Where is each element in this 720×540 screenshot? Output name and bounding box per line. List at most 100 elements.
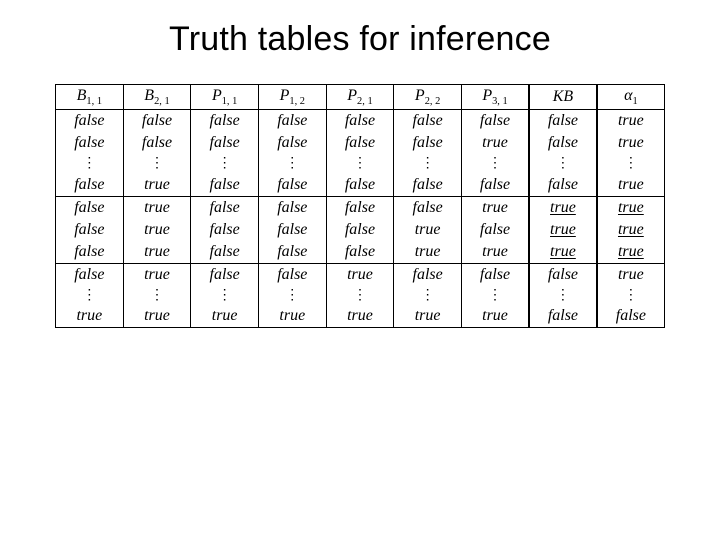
cell: true xyxy=(461,132,529,154)
cell: false xyxy=(326,196,394,219)
cell: ⋮ xyxy=(258,154,326,173)
col-p21: P2, 1 xyxy=(326,85,394,110)
cell: false xyxy=(529,263,597,286)
cell: false xyxy=(529,132,597,154)
table-row: falsetruefalsefalsefalsefalsetruetruetru… xyxy=(56,196,665,219)
cell: true xyxy=(326,305,394,328)
cell: true xyxy=(123,196,191,219)
cell: false xyxy=(326,219,394,241)
slide: Truth tables for inference B1, 1 B2, 1 P… xyxy=(0,0,720,540)
cell: true xyxy=(597,263,665,286)
cell: ⋮ xyxy=(597,286,665,305)
cell: false xyxy=(258,241,326,264)
cell: ⋮ xyxy=(191,154,259,173)
cell: ⋮ xyxy=(123,154,191,173)
cell: true xyxy=(394,219,462,241)
cell: ⋮ xyxy=(597,154,665,173)
cell: true xyxy=(123,263,191,286)
cell: true xyxy=(597,219,665,241)
cell: false xyxy=(529,174,597,197)
cell: true xyxy=(529,196,597,219)
cell: false xyxy=(56,110,124,133)
cell: ⋮ xyxy=(529,286,597,305)
cell: ⋮ xyxy=(326,154,394,173)
cell: false xyxy=(56,174,124,197)
table-row: ⋮⋮⋮⋮⋮⋮⋮⋮⋮ xyxy=(56,286,665,305)
cell: false xyxy=(191,196,259,219)
col-p11: P1, 1 xyxy=(191,85,259,110)
cell: ⋮ xyxy=(394,154,462,173)
cell: false xyxy=(529,110,597,133)
cell: false xyxy=(258,219,326,241)
table-row: falsefalsefalsefalsefalsefalsetruefalset… xyxy=(56,132,665,154)
cell: true xyxy=(258,305,326,328)
cell: false xyxy=(258,263,326,286)
cell: ⋮ xyxy=(191,286,259,305)
cell: false xyxy=(56,132,124,154)
cell: true xyxy=(529,219,597,241)
table-row: falsefalsefalsefalsefalsefalsefalsefalse… xyxy=(56,110,665,133)
cell: ⋮ xyxy=(529,154,597,173)
cell: true xyxy=(529,241,597,264)
cell: true xyxy=(597,196,665,219)
cell: true xyxy=(56,305,124,328)
table-body: falsefalsefalsefalsefalsefalsefalsefalse… xyxy=(56,110,665,328)
cell: false xyxy=(394,132,462,154)
cell: true xyxy=(597,241,665,264)
cell: false xyxy=(191,263,259,286)
cell: true xyxy=(394,305,462,328)
cell: false xyxy=(56,196,124,219)
header-row: B1, 1 B2, 1 P1, 1 P1, 2 P2, 1 P2, 2 P3, … xyxy=(56,85,665,110)
cell: false xyxy=(597,305,665,328)
cell: ⋮ xyxy=(326,286,394,305)
cell: false xyxy=(191,132,259,154)
cell: false xyxy=(123,110,191,133)
cell: true xyxy=(326,263,394,286)
table-row: falsetruefalsefalsefalsetruetruetruetrue xyxy=(56,241,665,264)
cell: false xyxy=(461,110,529,133)
cell: true xyxy=(461,241,529,264)
cell: ⋮ xyxy=(258,286,326,305)
cell: true xyxy=(461,305,529,328)
cell: ⋮ xyxy=(394,286,462,305)
cell: true xyxy=(461,196,529,219)
cell: false xyxy=(56,263,124,286)
cell: true xyxy=(597,132,665,154)
cell: false xyxy=(394,110,462,133)
cell: false xyxy=(326,174,394,197)
cell: false xyxy=(56,219,124,241)
cell: false xyxy=(461,174,529,197)
table-row: truetruetruetruetruetruetruefalsefalse xyxy=(56,305,665,328)
cell: false xyxy=(461,263,529,286)
col-p12: P1, 2 xyxy=(258,85,326,110)
table-row: falsetruefalsefalsefalsetruefalsetruetru… xyxy=(56,219,665,241)
cell: false xyxy=(394,263,462,286)
cell: false xyxy=(326,241,394,264)
cell: false xyxy=(258,132,326,154)
cell: false xyxy=(191,241,259,264)
cell: true xyxy=(191,305,259,328)
truth-table: B1, 1 B2, 1 P1, 1 P1, 2 P2, 1 P2, 2 P3, … xyxy=(55,84,665,328)
cell: false xyxy=(258,174,326,197)
col-b11: B1, 1 xyxy=(56,85,124,110)
cell: true xyxy=(123,219,191,241)
cell: false xyxy=(326,110,394,133)
table-row: falsetruefalsefalsetruefalsefalsefalsetr… xyxy=(56,263,665,286)
cell: false xyxy=(461,219,529,241)
truth-table-wrap: B1, 1 B2, 1 P1, 1 P1, 2 P2, 1 P2, 2 P3, … xyxy=(0,59,720,328)
cell: true xyxy=(597,174,665,197)
cell: ⋮ xyxy=(461,154,529,173)
cell: false xyxy=(258,196,326,219)
cell: false xyxy=(529,305,597,328)
cell: ⋮ xyxy=(56,154,124,173)
cell: true xyxy=(123,174,191,197)
col-kb: KB xyxy=(529,85,597,110)
cell: ⋮ xyxy=(56,286,124,305)
cell: false xyxy=(394,196,462,219)
cell: true xyxy=(123,241,191,264)
table-row: falsetruefalsefalsefalsefalsefalsefalset… xyxy=(56,174,665,197)
col-b21: B2, 1 xyxy=(123,85,191,110)
cell: false xyxy=(56,241,124,264)
cell: ⋮ xyxy=(461,286,529,305)
cell: false xyxy=(326,132,394,154)
